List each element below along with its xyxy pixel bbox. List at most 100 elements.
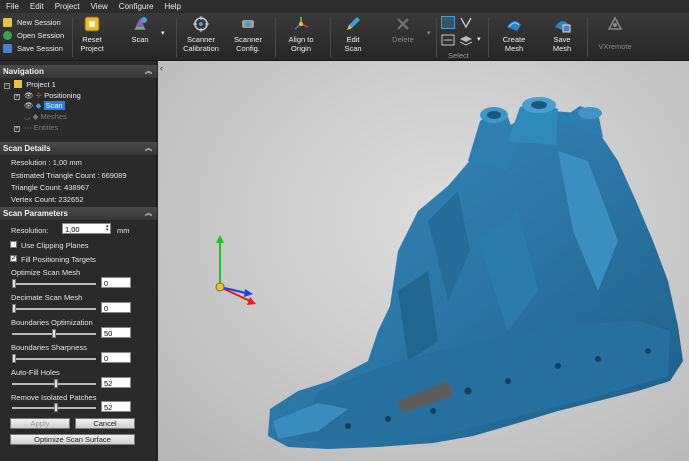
menu-configure[interactable]: Configure xyxy=(119,2,154,11)
tree-item-meshes[interactable]: ◡ ◆ Meshes xyxy=(24,112,67,121)
scan-button[interactable]: Scan xyxy=(126,15,154,44)
tree-item-scan[interactable]: 👁 ◆ Scan xyxy=(24,101,65,110)
scan-parameters-header[interactable]: Scan Parameters ︽ xyxy=(0,207,157,220)
select-layer-button[interactable] xyxy=(459,34,473,48)
delete-dropdown-arrow-icon[interactable]: ▾ xyxy=(427,29,431,38)
slider-thumb[interactable] xyxy=(12,304,16,313)
vxremote-icon xyxy=(606,15,624,33)
menu-project[interactable]: Project xyxy=(55,2,80,11)
apply-button[interactable]: Apply xyxy=(10,418,70,429)
tree-item-label: Meshes xyxy=(40,112,67,121)
tree-expand-icon[interactable]: + xyxy=(14,94,20,100)
left-panel: Navigation ︽ − Project 1 + 👁 ✢ Positioni… xyxy=(0,61,157,461)
axis-y-arrow-icon xyxy=(216,235,224,243)
create-mesh-label-2: Mesh xyxy=(504,44,524,53)
auto-fill-holes-slider[interactable] xyxy=(12,379,96,388)
select-rectangle-button[interactable] xyxy=(441,16,455,29)
align-to-origin-label-2: Origin xyxy=(290,44,311,53)
edit-scan-label-2: Scan xyxy=(344,44,362,53)
boundaries-sharpness-value[interactable]: 0 xyxy=(101,352,131,363)
menu-file[interactable]: File xyxy=(6,2,19,11)
select-all-button[interactable] xyxy=(441,34,455,48)
tree-item-project[interactable]: − Project 1 xyxy=(4,80,56,89)
remove-isolated-patches-slider[interactable] xyxy=(12,403,96,412)
boundaries-sharpness-slider[interactable] xyxy=(12,354,96,363)
slider-thumb[interactable] xyxy=(12,354,16,363)
boundaries-optimization-slider[interactable] xyxy=(12,329,96,338)
decimate-scan-mesh-value[interactable]: 0 xyxy=(101,302,131,313)
edit-scan-button[interactable]: Edit Scan xyxy=(341,15,365,53)
tree-expand-icon[interactable]: + xyxy=(14,126,20,132)
tree-expand-icon[interactable]: − xyxy=(4,83,10,89)
save-session-button[interactable]: Save Session xyxy=(3,42,69,55)
resolution-spinner-icon[interactable]: ▴ ▾ xyxy=(106,224,109,233)
remove-isolated-patches-value[interactable]: 52 xyxy=(101,401,131,412)
scan-dropdown-arrow-icon[interactable]: ▾ xyxy=(161,29,165,38)
model-hole xyxy=(385,416,391,422)
estimated-triangle-count: Estimated Triangle Count : 669089 xyxy=(11,171,127,180)
visibility-eye-icon[interactable]: 👁 xyxy=(24,101,34,110)
menu-help[interactable]: Help xyxy=(164,2,180,11)
select-all-icon xyxy=(441,34,455,46)
scanner-config-button[interactable]: Scanner Config. xyxy=(232,15,264,53)
slider-thumb[interactable] xyxy=(54,379,58,388)
tree-item-entities[interactable]: + ⋯ Entities xyxy=(14,123,58,132)
scanned-mesh-model[interactable] xyxy=(258,91,689,461)
ribbon-toolbar: New Session Open Session Save Session Re… xyxy=(0,13,689,61)
entities-icon: ⋯ xyxy=(24,123,32,132)
axis-z-arrow-icon xyxy=(244,289,253,297)
scanner-config-label-1: Scanner xyxy=(234,35,262,44)
optimize-scan-mesh-slider[interactable] xyxy=(12,279,96,288)
save-mesh-label-1: Save xyxy=(553,35,571,44)
menu-edit[interactable]: Edit xyxy=(30,2,44,11)
navigation-header[interactable]: Navigation ︽ xyxy=(0,65,157,78)
create-mesh-label-1: Create xyxy=(502,35,526,44)
decimate-scan-mesh-label: Decimate Scan Mesh xyxy=(11,293,83,302)
3d-viewport[interactable]: ‹ xyxy=(158,61,689,461)
model-hole xyxy=(505,378,511,384)
optimize-scan-mesh-value[interactable]: 0 xyxy=(101,277,131,288)
auto-fill-holes-value[interactable]: 52 xyxy=(101,377,131,388)
collapse-scan-parameters-icon[interactable]: ︽ xyxy=(145,207,152,220)
optimize-scan-surface-button[interactable]: Optimize Scan Surface xyxy=(10,434,135,445)
vxremote-button[interactable]: VXremote xyxy=(597,15,633,51)
resolution-input[interactable]: 1,00 xyxy=(62,223,111,234)
visibility-eye-icon[interactable]: 👁 xyxy=(24,91,34,100)
use-clipping-planes-checkbox[interactable] xyxy=(10,241,17,248)
slider-thumb[interactable] xyxy=(52,329,56,338)
open-session-icon xyxy=(3,31,12,40)
boundaries-optimization-value[interactable]: 50 xyxy=(101,327,131,338)
select-group-label: Select xyxy=(448,51,469,60)
scan-details-header[interactable]: Scan Details ︽ xyxy=(0,142,157,155)
ribbon-separator xyxy=(275,17,276,57)
calibration-icon xyxy=(192,15,210,33)
collapse-panel-arrow-icon[interactable]: ‹ xyxy=(160,63,163,73)
tree-item-positioning[interactable]: + 👁 ✢ Positioning xyxy=(14,91,81,100)
fill-positioning-targets-checkbox[interactable]: ✓ xyxy=(10,255,17,262)
open-session-button[interactable]: Open Session xyxy=(3,29,69,42)
menu-view[interactable]: View xyxy=(91,2,108,11)
save-mesh-button[interactable]: Save Mesh xyxy=(549,15,575,53)
delete-button[interactable]: Delete xyxy=(390,15,416,44)
cancel-button[interactable]: Cancel xyxy=(75,418,135,429)
slider-thumb[interactable] xyxy=(54,403,58,412)
visibility-eye-icon[interactable]: ◡ xyxy=(24,112,31,121)
create-mesh-button[interactable]: Create Mesh xyxy=(501,15,527,53)
select-dropdown-arrow-icon[interactable]: ▾ xyxy=(477,35,481,44)
collapse-navigation-icon[interactable]: ︽ xyxy=(145,65,152,78)
scanner-calibration-button[interactable]: Scanner Calibration xyxy=(182,15,220,53)
reset-project-button[interactable]: Reset Project xyxy=(76,15,108,53)
new-session-button[interactable]: New Session xyxy=(3,16,69,29)
resolution-label: Resolution: xyxy=(11,226,49,235)
model-boss-3-top xyxy=(578,107,602,119)
align-to-origin-button[interactable]: Align to Origin xyxy=(284,15,318,53)
select-lasso-button[interactable] xyxy=(459,16,473,31)
slider-thumb[interactable] xyxy=(12,279,16,288)
model-boss-2-hole xyxy=(531,101,547,109)
decimate-scan-mesh-slider[interactable] xyxy=(12,304,96,313)
tree-item-label: Scan xyxy=(43,101,65,110)
fill-positioning-targets-label: Fill Positioning Targets xyxy=(21,255,96,264)
collapse-scan-details-icon[interactable]: ︽ xyxy=(145,142,152,155)
reset-project-label-1: Reset xyxy=(82,35,102,44)
boundaries-sharpness-label: Boundaries Sharpness xyxy=(11,343,87,352)
